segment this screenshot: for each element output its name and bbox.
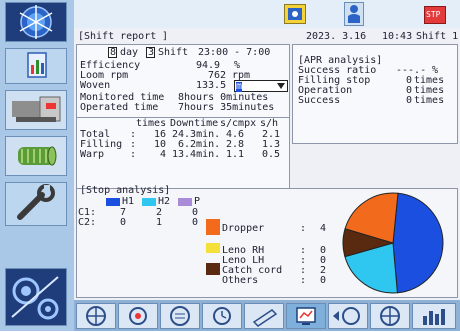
col-downtime: Downtime	[170, 118, 219, 129]
woven-unit-select[interactable]: m	[234, 80, 288, 92]
tab-timer[interactable]	[202, 303, 242, 329]
tab-pen[interactable]	[244, 303, 284, 329]
operated-time-value: 7hours 35minutes	[178, 102, 275, 113]
operator-icon	[288, 8, 302, 20]
stop-button[interactable]: STP	[424, 6, 446, 24]
network-icon	[19, 5, 53, 39]
operated-time-label: Operated time	[80, 102, 159, 113]
wheel-icon	[380, 306, 400, 326]
h1-label: H1	[122, 196, 135, 207]
sidebar-item-maintenance[interactable]	[5, 182, 67, 226]
timer-icon	[213, 307, 231, 325]
tab-prev[interactable]	[328, 303, 368, 329]
p-label: P	[194, 196, 201, 207]
table-row-warp-scmpx: 1.1	[226, 149, 245, 160]
stop-pie-chart	[342, 192, 444, 294]
pen-icon	[252, 309, 278, 327]
cause-color-bar	[206, 219, 220, 285]
page-title: Shift report	[84, 31, 157, 42]
monitor-report-icon	[296, 307, 316, 325]
cause-dropper-label: Dropper	[222, 223, 265, 234]
wrench-icon	[17, 184, 55, 220]
h2-swatch	[142, 198, 156, 206]
table-row-warp-sh: 0.5	[262, 149, 281, 160]
woven-unit: m	[236, 81, 243, 92]
tab-monitor-report[interactable]	[286, 303, 326, 329]
header-time: 10:43	[382, 31, 413, 42]
chevron-down-icon	[277, 83, 285, 89]
woven-value: 133.5	[196, 80, 227, 91]
stop-analysis-title: [Stop analysis]	[80, 185, 171, 196]
table-row-warp-label: Warp	[80, 149, 105, 160]
apr-success-value: 0	[406, 95, 413, 106]
main-panel: [ Shift report ] 2023. 3.16 10:43 Shift …	[74, 28, 460, 300]
catch-cord-swatch	[206, 263, 220, 275]
c2-label: C2:	[78, 217, 97, 228]
sidebar-item-network[interactable]	[5, 2, 67, 42]
col-s-cmpx: s/cmpx	[220, 118, 257, 129]
tab-bar-chart[interactable]	[412, 303, 456, 329]
c2-h1: 0	[120, 217, 127, 228]
pie-slice-0	[392, 192, 444, 294]
tab-bobbin[interactable]	[118, 303, 158, 329]
operator-button[interactable]	[284, 4, 306, 24]
tab-wheel-left[interactable]	[76, 303, 116, 329]
bottom-toolbar	[74, 300, 460, 331]
fabric-roll-icon	[18, 146, 57, 166]
bar-chart-icon	[423, 309, 445, 325]
header-shift: Shift 1	[416, 31, 459, 42]
tab-weave[interactable]	[160, 303, 200, 329]
car-wheel-icon	[86, 306, 106, 326]
cause-dropper-value: 4	[320, 223, 327, 234]
sidebar-item-report[interactable]	[5, 48, 67, 84]
header-date: 2023. 3.16	[306, 31, 367, 42]
c2-p: 0	[192, 217, 199, 228]
apr-success-unit: times	[414, 95, 445, 106]
sidebar	[0, 0, 74, 331]
sidebar-item-fabric[interactable]	[5, 136, 67, 176]
report-icon	[27, 52, 47, 78]
col-s-h: s/h	[260, 118, 279, 129]
day-label: day	[120, 47, 139, 58]
tab-wheel[interactable]	[370, 303, 410, 329]
p-swatch	[178, 198, 192, 206]
leno-rh-swatch	[206, 243, 220, 253]
h1-swatch	[106, 198, 120, 206]
table-row-warp-downtime: 13.4min.	[172, 149, 221, 160]
weave-icon	[170, 306, 190, 326]
loom-icon	[12, 96, 61, 122]
prev-wheel-icon	[333, 307, 360, 325]
stop-label: STP	[426, 10, 441, 19]
table-row-warp-times: 4	[160, 149, 167, 160]
settings-gear-icon	[11, 276, 59, 320]
shift-label: Shift	[158, 47, 189, 58]
shift-hours: 23:00 - 7:00	[198, 47, 271, 58]
cause-others-label: Others	[222, 275, 259, 286]
woven-label: Woven	[80, 80, 111, 91]
day-count: 8	[110, 47, 117, 58]
person-button[interactable]	[344, 2, 364, 26]
person-icon	[348, 5, 360, 23]
col-times: times	[136, 118, 167, 129]
c2-h2: 1	[156, 217, 163, 228]
bobbin-icon	[129, 307, 147, 325]
dropper-swatch	[206, 219, 220, 235]
sidebar-item-loom[interactable]	[5, 90, 67, 130]
apr-success-label: Success	[298, 95, 341, 106]
shift-number: 3	[148, 47, 155, 58]
h2-label: H2	[158, 196, 171, 207]
top-bar: STP	[74, 0, 460, 28]
cause-others-value: 0	[320, 275, 327, 286]
sidebar-item-settings[interactable]	[5, 268, 67, 326]
